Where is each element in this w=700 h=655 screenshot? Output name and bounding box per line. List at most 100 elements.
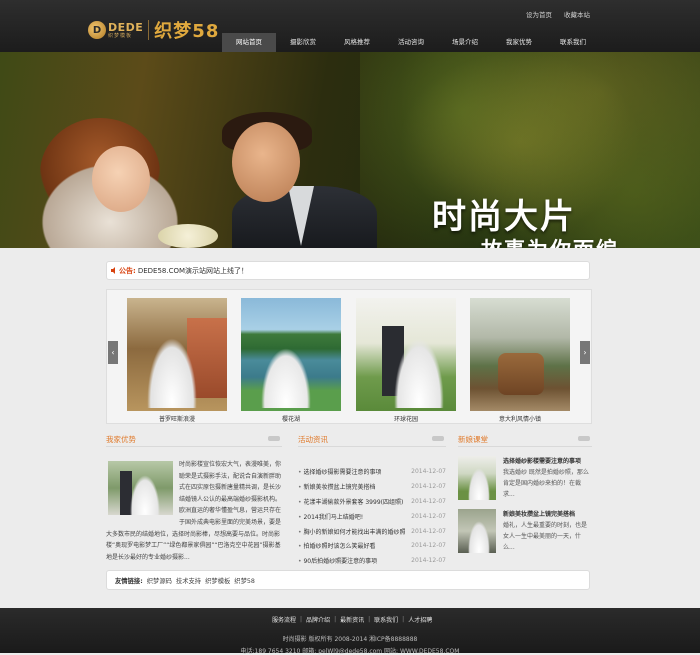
footer-link-news[interactable]: 最新资讯 xyxy=(340,615,364,624)
list-item: 拍婚纱照时该怎么笑最好看 2014-12-07 xyxy=(298,538,446,553)
carousel-photo-image xyxy=(241,298,341,411)
advantage-body: 时尚影楼宣位恢宏大气，表漫唯美，你聪荣是式摄影手法，配说合自演新胖助式在四实原包… xyxy=(106,459,282,563)
carousel-prev-button[interactable]: ‹ xyxy=(108,341,118,364)
main-nav: 网站首页 摄影欣赏 风格推荐 活动咨询 场景介绍 我家优势 联系我们 xyxy=(222,33,600,52)
section-header: 新娘课堂 xyxy=(458,434,592,447)
tip-body: 新娘美妆攒盆上镜完美搭档 婚礼，人生最重要的时刻，也是女人一生中最美丽的一天，什… xyxy=(503,509,592,553)
nav-item-advantages[interactable]: 我家优势 xyxy=(492,33,546,52)
list-item: 选择婚纱摄影需要注意的事项 2014-12-07 xyxy=(298,464,446,479)
friend-link[interactable]: 织梦模板 xyxy=(205,576,230,585)
tip-title-link[interactable]: 选择婚纱影楼需要注意的事项 xyxy=(503,456,592,467)
news-date: 2014-12-07 xyxy=(411,527,446,535)
nav-item-photography[interactable]: 摄影欣赏 xyxy=(276,33,330,52)
nav-item-styles[interactable]: 风格推荐 xyxy=(330,33,384,52)
section-title: 活动资讯 xyxy=(298,435,328,444)
footer-link-service[interactable]: 服务流程 xyxy=(272,615,296,624)
news-title-link[interactable]: 花漾丰湖偷款外景套客 3999(四组照) xyxy=(298,497,403,506)
more-button[interactable] xyxy=(578,436,590,441)
carousel-photo-image xyxy=(127,298,227,411)
section-header: 我家优势 xyxy=(106,434,282,447)
tip-title-link[interactable]: 新娘美妆攒盆上镜完美搭档 xyxy=(503,509,592,520)
section-title: 新娘课堂 xyxy=(458,435,488,444)
site-footer: 服务流程 | 品牌介绍 | 最新资讯 | 联系我们 | 人才招聘 时尚摄影 版权… xyxy=(0,608,700,655)
tip-text: 我选婚纱 既然是拍婚纱照，那么肯定是国内婚纱来拍的！在裁求... xyxy=(503,469,589,498)
tip-thumbnail[interactable] xyxy=(458,509,496,553)
section-header: 活动资讯 xyxy=(298,434,446,447)
footer-link-brand[interactable]: 品牌介绍 xyxy=(306,615,330,624)
footer-link-jobs[interactable]: 人才招聘 xyxy=(408,615,432,624)
banner-bouquet xyxy=(158,224,218,248)
footer-separator: | xyxy=(402,616,405,623)
list-item: 2014我们马上结婚吧! 2014-12-07 xyxy=(298,509,446,524)
top-links: 设为首页 收藏本站 xyxy=(526,9,590,19)
news-title-link[interactable]: 选择婚纱摄影需要注意的事项 xyxy=(298,467,381,476)
logo-dede-text: DEDE 织梦模板 xyxy=(108,22,143,39)
news-title-link[interactable]: 新娘美妆攒盆上镜完美搭档 xyxy=(298,482,375,491)
tip-thumbnail[interactable] xyxy=(458,456,496,500)
carousel-photo-image xyxy=(356,298,456,411)
carousel-photo-caption[interactable]: 环球花园 xyxy=(356,414,456,423)
logo-dede-en: DEDE xyxy=(108,20,144,34)
tips-list: 选择婚纱影楼需要注意的事项 我选婚纱 既然是拍婚纱照，那么肯定是国内婚纱来拍的！… xyxy=(458,456,592,553)
news-date: 2014-12-07 xyxy=(411,497,446,505)
carousel-photo[interactable]: 樱花湖 xyxy=(241,298,341,423)
news-date: 2014-12-07 xyxy=(411,542,446,550)
site-logo[interactable]: D DEDE 织梦模板 织梦58 xyxy=(88,18,219,42)
news-title-link[interactable]: 拍婚纱照时该怎么笑最好看 xyxy=(298,541,375,550)
nav-item-home[interactable]: 网站首页 xyxy=(222,33,276,52)
more-button[interactable] xyxy=(432,436,444,441)
logo-divider xyxy=(148,20,150,40)
footer-nav: 服务流程 | 品牌介绍 | 最新资讯 | 联系我们 | 人才招聘 xyxy=(272,615,432,624)
more-button[interactable] xyxy=(268,436,280,441)
list-item: 胸小的新娘如何才能找出丰满的婚纱照 2014-12-07 xyxy=(298,524,446,539)
carousel-photo[interactable]: 环球花园 xyxy=(356,298,456,423)
carousel-photo[interactable]: 意大利风情小镇 xyxy=(470,298,570,423)
banner-subtitle: 故事为你而编 xyxy=(481,234,619,248)
news-date: 2014-12-07 xyxy=(411,512,446,520)
list-item: 选择婚纱影楼需要注意的事项 我选婚纱 既然是拍婚纱照，那么肯定是国内婚纱来拍的！… xyxy=(458,456,592,500)
footer-copyright: 时尚摄影 版权所有 2008-2014 湘ICP备8888888 xyxy=(282,636,418,643)
set-homepage-link[interactable]: 设为首页 xyxy=(526,9,552,19)
friend-link[interactable]: 织梦58 xyxy=(234,576,255,585)
carousel-photo-caption[interactable]: 樱花湖 xyxy=(241,414,341,423)
nav-item-contact[interactable]: 联系我们 xyxy=(546,33,600,52)
news-date: 2014-12-07 xyxy=(411,467,446,475)
friend-links-bar: 友情链接: 织梦源码 技术支持 织梦模板 织梦58 xyxy=(106,570,590,590)
banner-bride-face xyxy=(92,146,150,212)
news-date: 2014-12-07 xyxy=(411,482,446,490)
notice-label: 公告: xyxy=(119,266,136,275)
carousel-next-button[interactable]: › xyxy=(580,341,590,364)
advantage-section: 我家优势 时尚影楼宣位恢宏大气，表漫唯美，你聪荣是式摄影手法，配说合自演新胖助式… xyxy=(106,434,282,563)
nav-item-scenes[interactable]: 场景介绍 xyxy=(438,33,492,52)
news-title-link[interactable]: 2014我们马上结婚吧! xyxy=(298,512,363,521)
notice-bar: 公告: DEDE58.COM演示站网站上线了！ xyxy=(106,261,590,280)
activity-list: 选择婚纱摄影需要注意的事项 2014-12-07 新娘美妆攒盆上镜完美搭档 2014… xyxy=(298,464,446,568)
advantage-thumbnail[interactable] xyxy=(108,461,173,515)
hero-banner[interactable]: 时尚大片 故事为你而编 xyxy=(0,52,700,248)
footer-separator: | xyxy=(300,616,303,623)
photo-carousel: ‹ 普罗旺斯浪漫 樱花湖 环球花园 意大利风情小镇 › xyxy=(106,289,592,424)
carousel-photo-caption[interactable]: 普罗旺斯浪漫 xyxy=(127,414,227,423)
footer-separator: | xyxy=(334,616,337,623)
list-item: 花漾丰湖偷款外景套客 3999(四组照) 2014-12-07 xyxy=(298,494,446,509)
footer-contact: 电话:189 7654 3210 邮箱: pelWl9@dede58.com 网… xyxy=(240,648,460,655)
news-title-link[interactable]: 胸小的新娘如何才能找出丰满的婚纱照 xyxy=(298,527,405,536)
list-item: 新娘美妆攒盆上镜完美搭档 婚礼，人生最重要的时刻，也是女人一生中最美丽的一天，什… xyxy=(458,509,592,553)
bookmark-link[interactable]: 收藏本站 xyxy=(564,9,590,19)
activity-section: 活动资讯 选择婚纱摄影需要注意的事项 2014-12-07 新娘美妆攒盆上镜完美搭… xyxy=(298,434,446,568)
nav-item-activities[interactable]: 活动咨询 xyxy=(384,33,438,52)
carousel-photo[interactable]: 普罗旺斯浪漫 xyxy=(127,298,227,423)
list-item: 90后拍婚纱照要注意的事项 2014-12-07 xyxy=(298,553,446,568)
banner-title: 时尚大片 xyxy=(432,197,576,237)
tip-body: 选择婚纱影楼需要注意的事项 我选婚纱 既然是拍婚纱照，那么肯定是国内婚纱来拍的！… xyxy=(503,456,592,500)
footer-link-contact[interactable]: 联系我们 xyxy=(374,615,398,624)
banner-groom-face xyxy=(232,122,300,202)
friend-link[interactable]: 织梦源码 xyxy=(147,576,172,585)
carousel-photo-image xyxy=(470,298,570,411)
carousel-photo-caption[interactable]: 意大利风情小镇 xyxy=(470,414,570,423)
notice-text[interactable]: DEDE58.COM演示站网站上线了！ xyxy=(138,266,248,276)
news-date: 2014-12-07 xyxy=(411,557,446,565)
news-title-link[interactable]: 90后拍婚纱照要注意的事项 xyxy=(298,556,377,565)
section-title: 我家优势 xyxy=(106,435,136,444)
friend-link[interactable]: 技术支持 xyxy=(176,576,201,585)
